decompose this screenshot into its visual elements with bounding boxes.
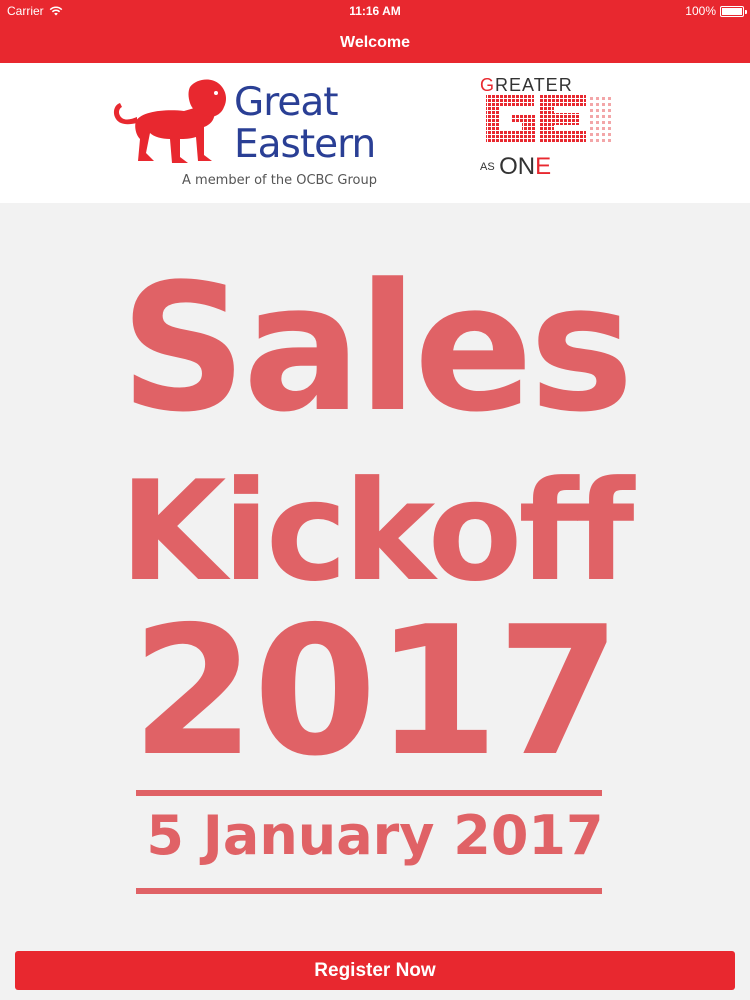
- battery-fill: [722, 7, 742, 15]
- nav-title: Welcome: [340, 34, 410, 51]
- register-now-button[interactable]: Register Now: [15, 951, 735, 990]
- great-eastern-tagline: A member of the OCBC Group: [182, 173, 377, 188]
- as-label: AS: [480, 161, 495, 173]
- logo-strip: Great Eastern A member of the OCBC Group…: [0, 63, 750, 203]
- event-poster: Sales Kickoff 2017 5 January 2017: [0, 203, 750, 943]
- great-eastern-line2: Eastern: [234, 122, 376, 167]
- poster-title-kickoff: Kickoff: [119, 451, 635, 612]
- ge-pixel-mark-icon: [486, 95, 614, 143]
- great-eastern-logo: Great Eastern A member of the OCBC Group: [106, 77, 406, 197]
- poster-date: 5 January 2017: [146, 804, 604, 867]
- poster-year: 2017: [131, 588, 620, 795]
- status-right: 100%: [685, 4, 747, 18]
- status-time: 11:16 AM: [349, 4, 401, 18]
- great-eastern-line1: Great: [234, 80, 339, 125]
- lion-icon: [113, 79, 226, 163]
- one-label: ON: [499, 153, 536, 180]
- status-bar: Carrier 11:16 AM 100%: [0, 0, 750, 22]
- poster-divider-bottom: [136, 888, 602, 894]
- poster-divider-top: [136, 790, 602, 796]
- as-one-text: AS ONE: [480, 153, 551, 181]
- greater-ge-logo: GREATER AS ONE: [476, 75, 616, 193]
- poster-title-sales: Sales: [120, 246, 634, 451]
- battery-icon: [720, 5, 747, 17]
- battery-percent: 100%: [685, 4, 716, 18]
- one-last-letter: E: [535, 153, 552, 180]
- nav-bar: Welcome: [0, 22, 750, 63]
